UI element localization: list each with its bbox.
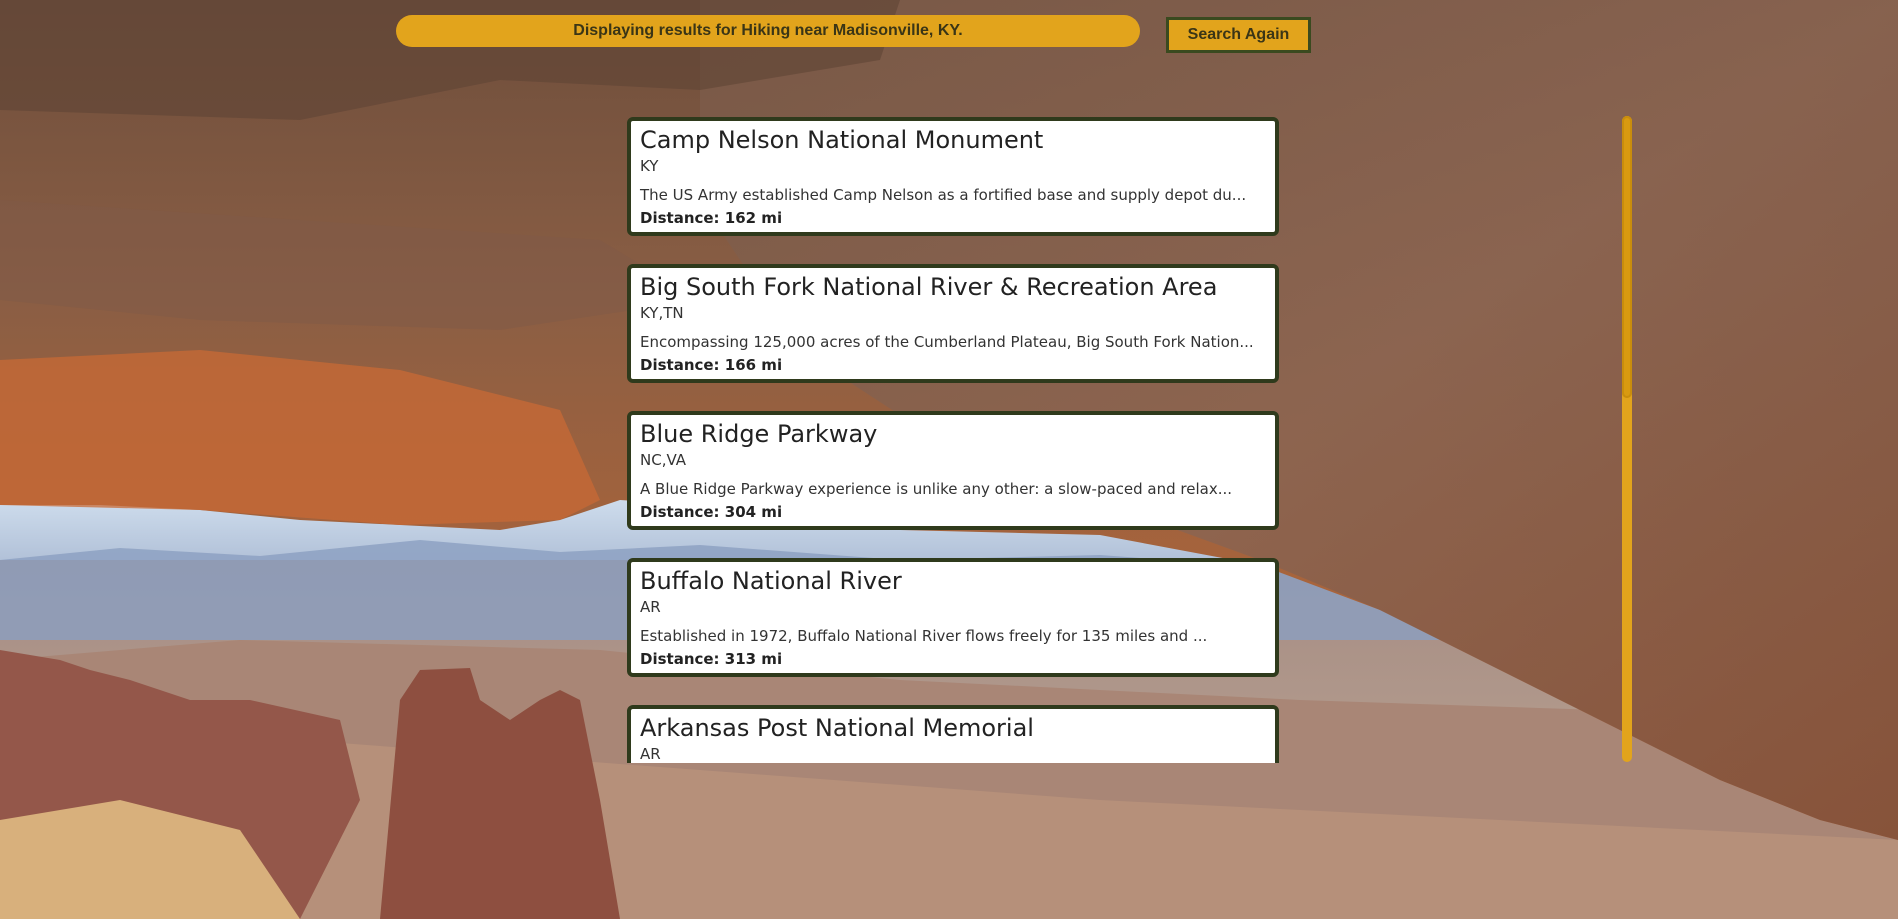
search-status-text: Displaying results for Hiking near Madis… bbox=[573, 22, 963, 39]
result-distance: Distance: 313 mi bbox=[640, 650, 783, 668]
result-card[interactable]: Buffalo National River AR Established in… bbox=[627, 558, 1279, 677]
results-list[interactable]: Camp Nelson National Monument KY The US … bbox=[627, 117, 1279, 763]
result-title[interactable]: Camp Nelson National Monument bbox=[640, 125, 1275, 155]
result-title[interactable]: Arkansas Post National Memorial bbox=[640, 713, 1275, 743]
result-states: AR bbox=[640, 598, 661, 616]
result-distance: Distance: 162 mi bbox=[640, 209, 783, 227]
result-title[interactable]: Big South Fork National River & Recreati… bbox=[640, 272, 1275, 302]
result-distance: Distance: 166 mi bbox=[640, 356, 783, 374]
result-states: KY,TN bbox=[640, 304, 684, 322]
result-states: AR bbox=[640, 745, 661, 763]
results-scrollbar[interactable] bbox=[1622, 116, 1632, 762]
result-card[interactable]: Arkansas Post National Memorial AR bbox=[627, 705, 1279, 763]
result-distance: Distance: 304 mi bbox=[640, 503, 783, 521]
result-description: Established in 1972, Buffalo National Ri… bbox=[640, 627, 1208, 645]
scrollbar-thumb[interactable] bbox=[1622, 116, 1632, 398]
result-card[interactable]: Blue Ridge Parkway NC,VA A Blue Ridge Pa… bbox=[627, 411, 1279, 530]
result-states: NC,VA bbox=[640, 451, 687, 469]
search-again-button[interactable]: Search Again bbox=[1166, 17, 1311, 53]
result-description: A Blue Ridge Parkway experience is unlik… bbox=[640, 480, 1233, 498]
result-states: KY bbox=[640, 157, 659, 175]
result-title[interactable]: Blue Ridge Parkway bbox=[640, 419, 1275, 449]
result-description: The US Army established Camp Nelson as a… bbox=[640, 186, 1247, 204]
result-title[interactable]: Buffalo National River bbox=[640, 566, 1275, 596]
result-description: Encompassing 125,000 acres of the Cumber… bbox=[640, 333, 1254, 351]
search-status-banner: Displaying results for Hiking near Madis… bbox=[396, 15, 1140, 47]
result-card[interactable]: Camp Nelson National Monument KY The US … bbox=[627, 117, 1279, 236]
result-card[interactable]: Big South Fork National River & Recreati… bbox=[627, 264, 1279, 383]
